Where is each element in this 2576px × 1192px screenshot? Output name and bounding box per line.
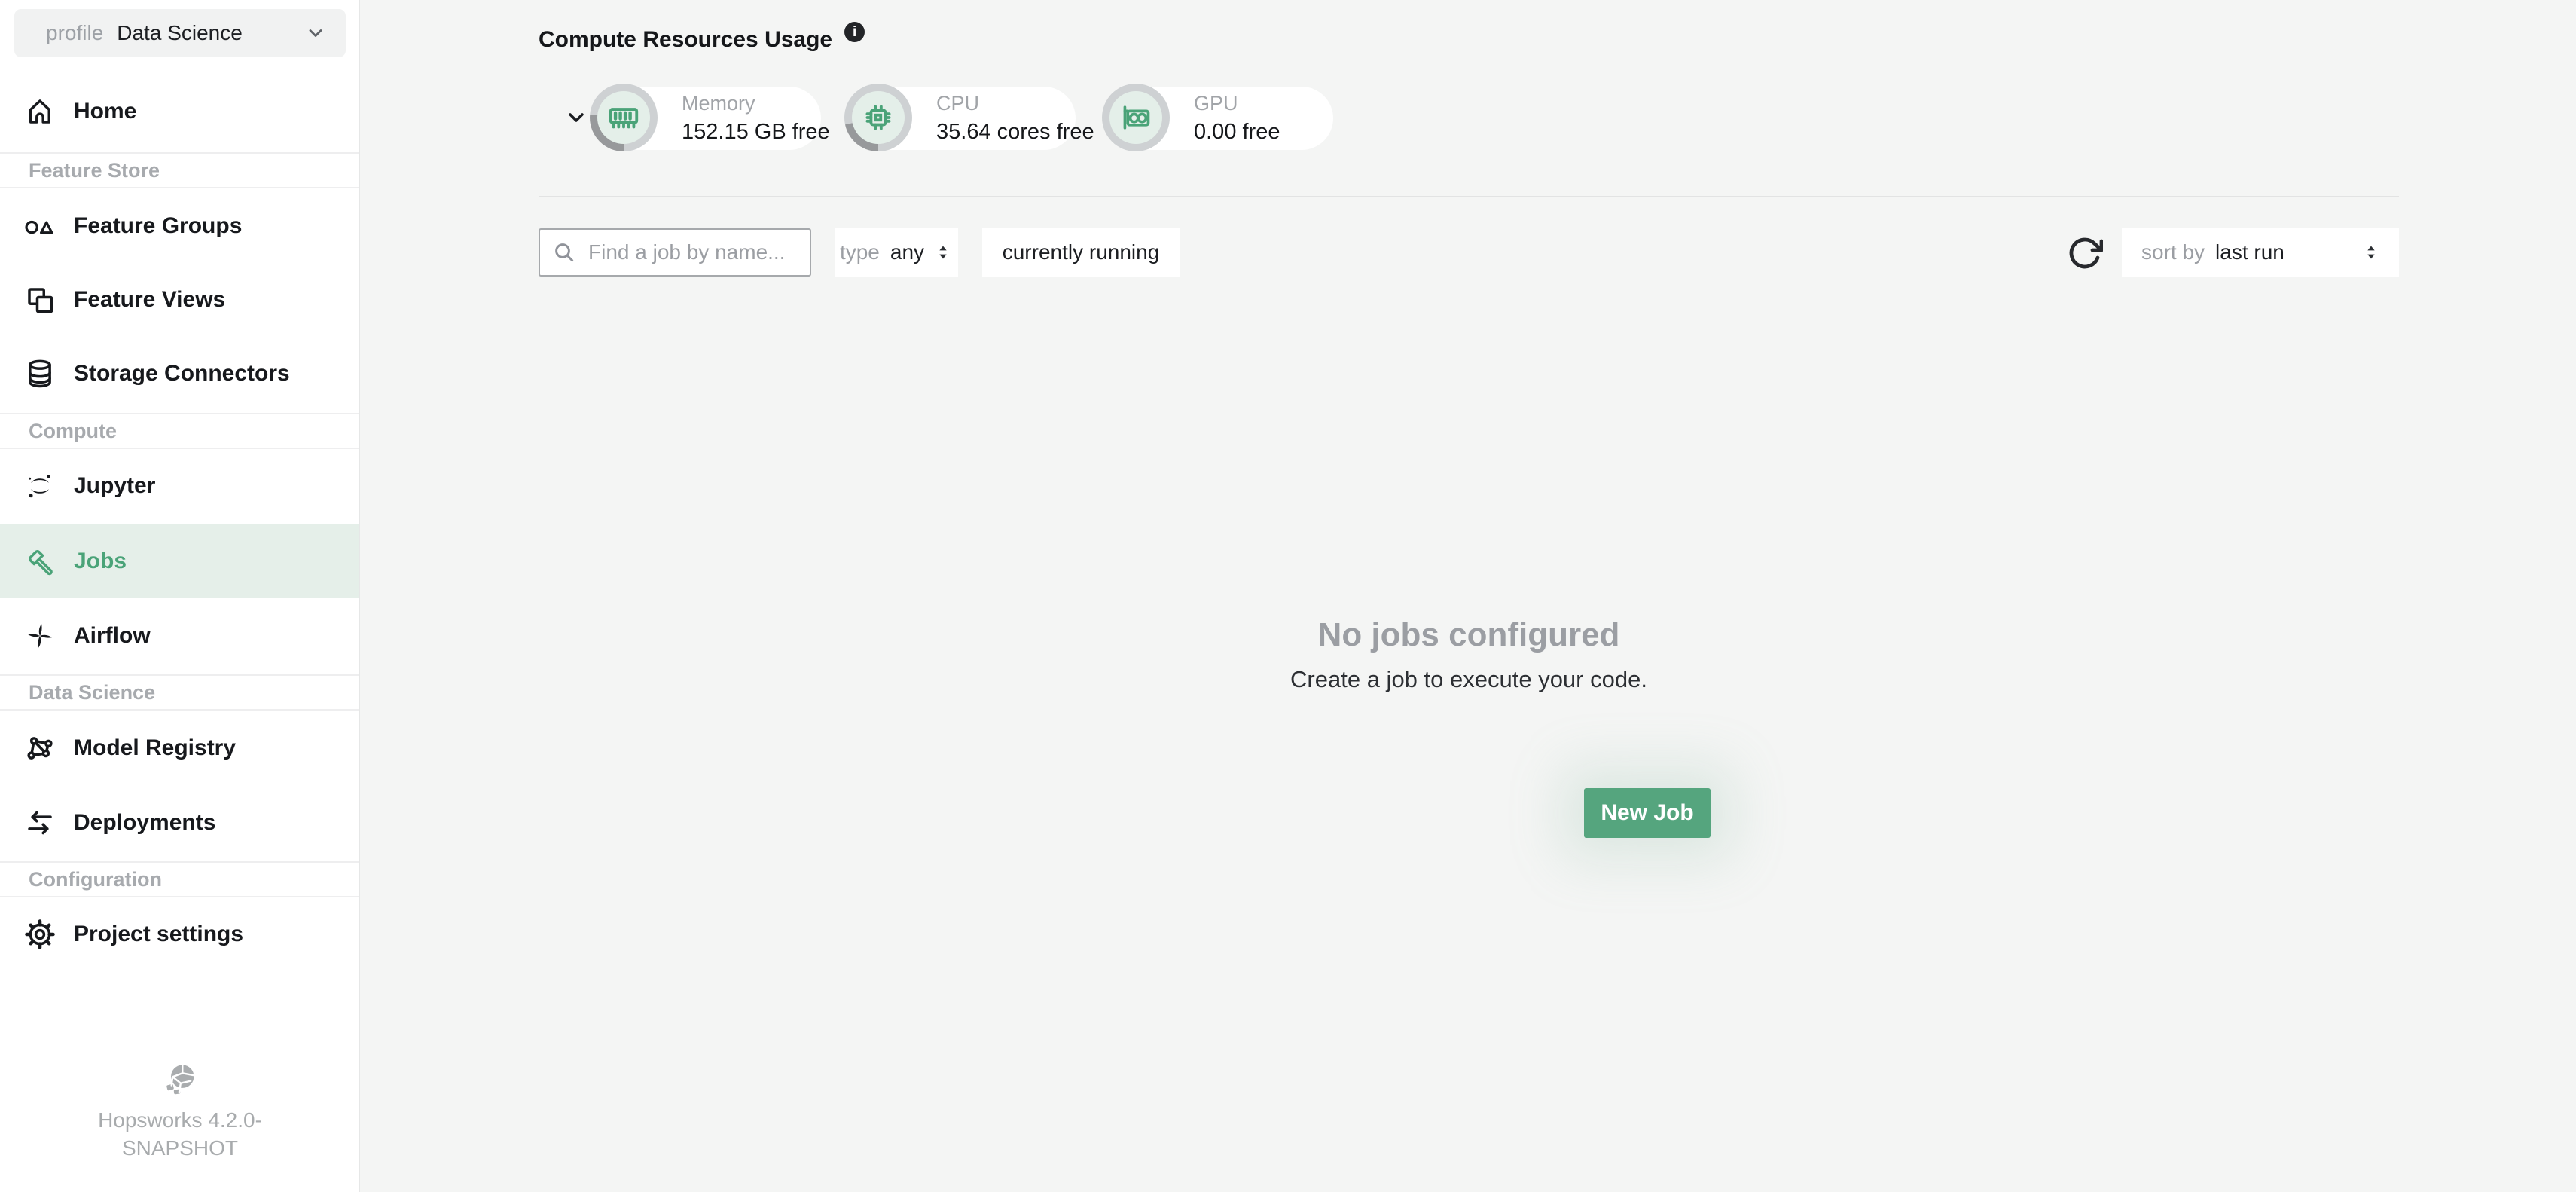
sidebar-item-jobs[interactable]: Jobs (0, 524, 359, 598)
empty-state-subtitle: Create a job to execute your code. (539, 666, 2399, 693)
sidebar-item-label: Jupyter (74, 473, 155, 499)
search-input[interactable] (587, 240, 799, 265)
sidebar-item-storage-connectors[interactable]: Storage Connectors (0, 336, 359, 411)
profile-selector-label: profile (46, 21, 103, 45)
deployments-icon (24, 807, 56, 839)
chevron-down-icon (305, 23, 326, 44)
profile-selector-value: Data Science (117, 21, 243, 45)
feature-groups-icon (24, 210, 56, 242)
memory-chip-value: 152.15 GB free (682, 120, 830, 145)
memory-icon (597, 91, 650, 144)
sidebar-item-model-registry[interactable]: Model Registry (0, 711, 359, 785)
sidebar-item-label: Feature Groups (74, 213, 242, 239)
sort-by-value: last run (2215, 240, 2285, 264)
type-filter-value: any (890, 240, 924, 264)
sidebar-item-feature-views[interactable]: Feature Views (0, 262, 359, 337)
section-header-label: Configuration (29, 868, 162, 891)
memory-chip-label: Memory (682, 92, 830, 115)
hopsworks-logo-icon (161, 1061, 199, 1099)
collapse-chevron-icon[interactable] (564, 105, 588, 130)
model-registry-icon (24, 732, 56, 764)
home-icon (24, 96, 56, 127)
sidebar-item-label: Airflow (74, 623, 151, 649)
sidebar-section-configuration: Configuration (0, 861, 359, 897)
compute-resources-title: Compute Resources Usage (539, 27, 832, 53)
profile-selector[interactable]: profile Data Science (14, 9, 346, 57)
feature-views-icon (24, 284, 56, 316)
sidebar-item-home[interactable]: Home (0, 74, 359, 148)
type-filter-select[interactable]: type any (835, 228, 958, 277)
sidebar-item-label: Home (74, 99, 136, 124)
search-icon (552, 240, 576, 264)
select-arrows-icon (933, 243, 953, 262)
airflow-icon (24, 620, 56, 652)
gpu-usage-ring (1102, 84, 1170, 151)
jupyter-icon (24, 470, 56, 502)
sidebar-item-label: Jobs (74, 549, 127, 574)
sort-by-label: sort by (2141, 240, 2205, 264)
currently-running-filter[interactable]: currently running (982, 228, 1180, 277)
sidebar-section-feature-store: Feature Store (0, 152, 359, 188)
sidebar-item-feature-groups[interactable]: Feature Groups (0, 188, 359, 263)
type-filter-label: type (840, 240, 880, 264)
cpu-icon (852, 91, 905, 144)
sidebar-item-label: Feature Views (74, 287, 225, 313)
job-search (539, 228, 811, 277)
sidebar-item-deployments[interactable]: Deployments (0, 785, 359, 860)
project-settings-gear-icon (24, 918, 56, 950)
cpu-chip-value: 35.64 cores free (936, 120, 1094, 145)
memory-usage-ring (590, 84, 658, 151)
main-content: Compute Resources Usage i Memory 152.15 … (360, 0, 2576, 1192)
sidebar-item-label: Deployments (74, 810, 215, 836)
sidebar-item-project-settings[interactable]: Project settings (0, 897, 359, 971)
info-icon[interactable]: i (844, 22, 865, 42)
section-header-label: Compute (29, 420, 117, 443)
gpu-chip-label: GPU (1194, 92, 1280, 115)
brand-footer: Hopsworks 4.2.0-SNAPSHOT (0, 1061, 360, 1162)
cpu-usage-ring (844, 84, 912, 151)
sidebar: profile Data Science Home Feature Store … (0, 0, 360, 1192)
sidebar-item-label: Project settings (74, 922, 243, 947)
currently-running-label: currently running (1003, 240, 1160, 264)
jobs-page: profile Data Science Home Feature Store … (0, 0, 2576, 1192)
section-header-label: Feature Store (29, 159, 160, 182)
gpu-chip-value: 0.00 free (1194, 120, 1280, 145)
cpu-chip-label: CPU (936, 92, 1094, 115)
storage-connectors-icon (24, 358, 56, 390)
app-version: Hopsworks 4.2.0-SNAPSHOT (56, 1106, 304, 1162)
sidebar-item-airflow[interactable]: Airflow (0, 598, 359, 673)
new-job-button[interactable]: New Job (1584, 788, 1711, 838)
section-divider (539, 196, 2399, 197)
select-arrows-icon (2361, 243, 2381, 262)
refresh-icon[interactable] (2067, 235, 2103, 271)
gpu-icon (1109, 91, 1162, 144)
sidebar-item-label: Model Registry (74, 735, 236, 761)
sidebar-section-data-science: Data Science (0, 674, 359, 711)
empty-state-title: No jobs configured (539, 616, 2399, 654)
sidebar-item-label: Storage Connectors (74, 361, 290, 387)
sort-by-select[interactable]: sort by last run (2122, 228, 2399, 277)
sidebar-item-jupyter[interactable]: Jupyter (0, 448, 359, 523)
section-header-label: Data Science (29, 681, 155, 705)
jobs-hammer-icon (24, 546, 56, 577)
sidebar-section-compute: Compute (0, 413, 359, 449)
